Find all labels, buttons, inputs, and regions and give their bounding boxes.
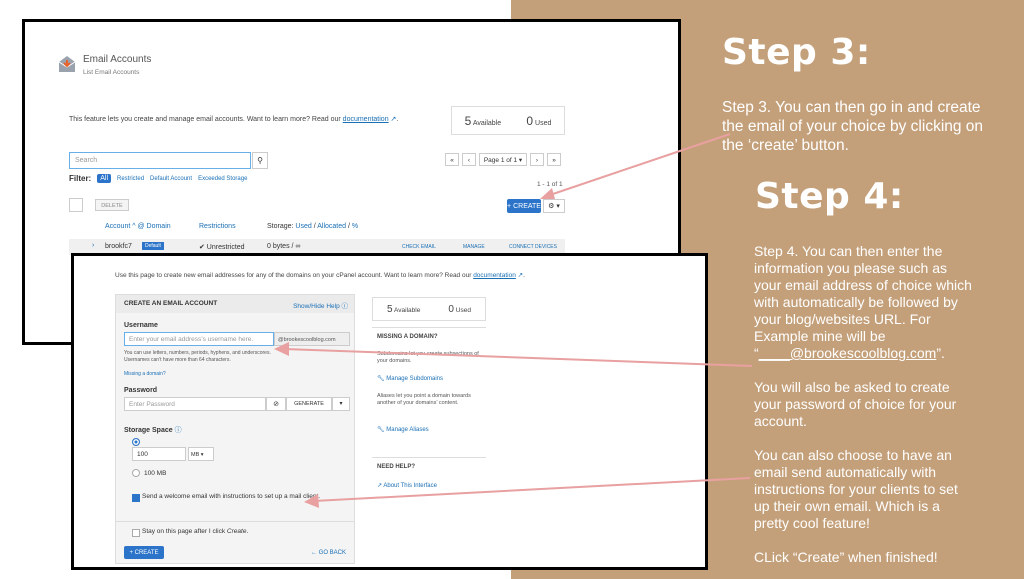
aliases-info: Aliases let you point a domain towards a… — [377, 393, 471, 406]
create-email-screenshot: Use this page to create new email addres… — [71, 253, 708, 570]
eye-slash-icon: ⊘ — [273, 401, 279, 408]
last-page-button[interactable]: » — [547, 153, 561, 166]
page-subtitle: List Email Accounts — [83, 69, 140, 76]
filter-all[interactable]: All — [97, 174, 112, 183]
documentation-link[interactable]: documentation — [343, 116, 389, 123]
row-storage: 0 bytes / ∞ — [267, 243, 301, 250]
step3-body: Step 3. You can then go in and create th… — [722, 99, 984, 154]
intro-text: This feature lets you create and manage … — [69, 116, 399, 123]
available-stat: 5 Available — [464, 113, 502, 128]
manage-action[interactable]: MANAGE — [463, 244, 485, 250]
show-hide-help-link[interactable]: Show/Hide Help ⓘ — [293, 300, 348, 310]
used-stat: 0 Used — [526, 113, 552, 128]
welcome-email-checkbox[interactable] — [132, 494, 140, 502]
storage-preset-option[interactable]: 100 MB — [132, 469, 166, 477]
page-title: Email Accounts — [83, 54, 152, 65]
search-input[interactable]: Search — [69, 152, 251, 169]
username-label: Username — [124, 322, 158, 329]
filter-restricted[interactable]: Restricted — [117, 176, 144, 182]
step4-title: Step 4: — [755, 176, 904, 217]
storage-preset-radio[interactable] — [132, 469, 140, 477]
delete-button[interactable]: DELETE — [95, 199, 129, 211]
expand-chevron-icon[interactable]: › — [92, 242, 94, 249]
default-badge: Default — [142, 242, 164, 250]
manage-subdomains-link[interactable]: 🔧︎ Manage Subdomains — [377, 375, 443, 382]
password-field[interactable]: Enter Password — [124, 397, 266, 411]
col-account[interactable]: Account ^ @ Domain — [105, 223, 171, 230]
missing-domain-title: MISSING A DOMAIN? — [377, 334, 438, 340]
side-divider-2 — [372, 457, 486, 458]
form-footer-divider — [116, 521, 354, 522]
about-interface-link[interactable]: ↗ About This Interface — [377, 482, 437, 489]
create-documentation-link[interactable]: documentation — [473, 272, 516, 279]
wrench-icon: 🔧︎ — [377, 427, 385, 433]
storage-custom-radio[interactable] — [132, 438, 140, 446]
help-icon: ⓘ — [341, 303, 349, 310]
check-email-action[interactable]: CHECK EMAIL — [402, 244, 436, 250]
result-count: 1 - 1 of 1 — [537, 181, 563, 188]
search-icon: ⚲ — [257, 156, 263, 165]
filter-bar: Filter: All Restricted Default Account E… — [69, 174, 248, 183]
username-field[interactable]: Enter your email address’s username here… — [124, 332, 274, 346]
email-app-icon — [57, 54, 77, 74]
generate-button[interactable]: GENERATE — [286, 397, 332, 411]
account-stats: 5 Available 0 Used — [451, 106, 565, 135]
subdomains-info: Subdomains let you create subsections of… — [377, 351, 479, 364]
help-icon: ⓘ — [174, 427, 182, 434]
page-select[interactable]: Page 1 of 1 ▾ — [479, 153, 527, 166]
create-account-button[interactable]: + CREATE — [124, 546, 164, 559]
stay-on-page-label: Stay on this page after I click Create. — [142, 528, 249, 535]
step4-paragraph-3: You can also choose to have an email sen… — [754, 447, 958, 531]
search-button[interactable]: ⚲ — [252, 152, 268, 169]
first-page-button[interactable]: « — [445, 153, 459, 166]
filter-exceeded-storage[interactable]: Exceeded Storage — [198, 176, 247, 182]
external-link-icon: ↗ — [377, 483, 383, 489]
filter-default-account[interactable]: Default Account — [150, 176, 192, 182]
side-stats: 5 Available 0 Used — [372, 297, 486, 321]
missing-domain-link[interactable]: Missing a domain? — [124, 371, 166, 377]
create-button[interactable]: + CREATE — [507, 199, 541, 213]
welcome-email-label: Send a welcome email with instructions t… — [142, 493, 321, 500]
example-email-link: ____@brookescoolblog.com — [758, 345, 937, 361]
step4-paragraph-4: CLick “Create” when finished! — [754, 549, 938, 565]
storage-quota-input[interactable]: 100 — [132, 447, 186, 461]
go-back-link[interactable]: ← GO BACK — [311, 550, 346, 556]
need-help-title: NEED HELP? — [377, 464, 416, 470]
create-intro: Use this page to create new email addres… — [115, 272, 525, 279]
storage-unit-select[interactable]: MB ▾ — [188, 447, 214, 461]
side-divider-1 — [372, 327, 486, 328]
col-storage: Storage: Used / Allocated / % — [267, 223, 359, 230]
step4-body: Step 4. You can then enter the informati… — [754, 243, 974, 566]
wrench-icon: 🔧︎ — [377, 376, 385, 382]
prev-page-button[interactable]: ‹ — [462, 153, 476, 166]
step4-paragraph-1: Step 4. You can then enter the informati… — [754, 243, 972, 361]
username-help: You can use letters, numbers, periods, h… — [124, 350, 271, 363]
caret-down-icon: ▾ — [339, 401, 343, 407]
toggle-password-visibility[interactable]: ⊘ — [266, 397, 286, 411]
storage-label: Storage Space ⓘ — [124, 427, 182, 434]
step3-title: Step 3: — [722, 32, 871, 73]
manage-aliases-link[interactable]: 🔧︎ Manage Aliases — [377, 426, 429, 433]
generate-options-dropdown[interactable]: ▾ — [332, 397, 350, 411]
col-restrictions[interactable]: Restrictions — [199, 223, 236, 230]
next-page-button[interactable]: › — [530, 153, 544, 166]
side-available-stat: 5 Available — [387, 303, 421, 315]
domain-select[interactable]: @brookescoolblog.com — [274, 332, 350, 346]
connect-devices-action[interactable]: CONNECT DEVICES — [509, 244, 557, 250]
row-restriction: ✔ Unrestricted — [199, 244, 245, 251]
password-label: Password — [124, 387, 158, 394]
stay-on-page-checkbox[interactable] — [132, 529, 140, 537]
side-used-stat: 0 Used — [448, 303, 471, 315]
create-form-panel: CREATE AN EMAIL ACCOUNT Show/Hide Help ⓘ… — [115, 294, 355, 564]
step4-paragraph-2: You will also be asked to create your pa… — [754, 379, 957, 429]
form-header: CREATE AN EMAIL ACCOUNT Show/Hide Help ⓘ — [116, 295, 354, 313]
settings-dropdown[interactable]: ⚙ ▾ — [543, 199, 565, 213]
select-all-checkbox[interactable] — [69, 198, 83, 212]
pagination: « ‹ Page 1 of 1 ▾ › » — [445, 153, 561, 166]
row-account: brookfc7 — [105, 243, 132, 250]
